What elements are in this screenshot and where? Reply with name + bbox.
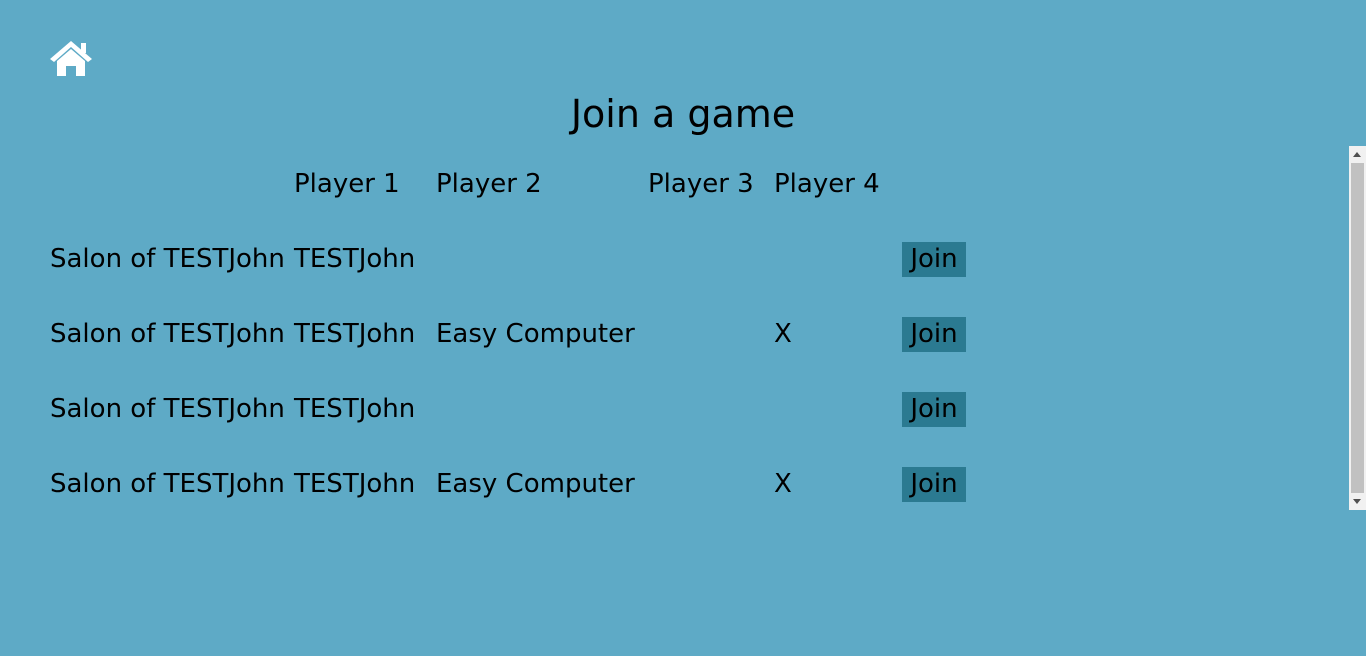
player-1-cell: TESTJohn — [294, 244, 416, 274]
column-header-player-4: Player 4 — [774, 169, 880, 199]
player-1-cell: TESTJohn — [294, 394, 416, 424]
player-4-cell: X — [774, 319, 792, 349]
join-button[interactable]: Join — [902, 467, 966, 502]
page-title: Join a game — [570, 92, 796, 136]
scrollbar-thumb[interactable] — [1351, 163, 1364, 493]
game-name: Salon of TESTJohn — [50, 244, 285, 274]
join-button[interactable]: Join — [902, 242, 966, 277]
join-button[interactable]: Join — [902, 317, 966, 352]
player-2-cell: Easy Computer — [436, 319, 635, 349]
player-1-cell: TESTJohn — [294, 469, 416, 499]
game-name: Salon of TESTJohn — [50, 319, 285, 349]
column-header-player-2: Player 2 — [436, 169, 542, 199]
game-name: Salon of TESTJohn — [50, 394, 285, 424]
home-icon[interactable] — [48, 38, 94, 78]
player-1-cell: TESTJohn — [294, 319, 416, 349]
scroll-up-arrow-icon[interactable] — [1353, 152, 1361, 157]
scroll-down-arrow-icon[interactable] — [1353, 499, 1361, 504]
player-2-cell: Easy Computer — [436, 469, 635, 499]
column-header-player-3: Player 3 — [648, 169, 754, 199]
join-button[interactable]: Join — [902, 392, 966, 427]
column-header-player-1: Player 1 — [294, 169, 400, 199]
player-4-cell: X — [774, 469, 792, 499]
game-name: Salon of TESTJohn — [50, 469, 285, 499]
table-scrollbar[interactable] — [1349, 146, 1366, 510]
